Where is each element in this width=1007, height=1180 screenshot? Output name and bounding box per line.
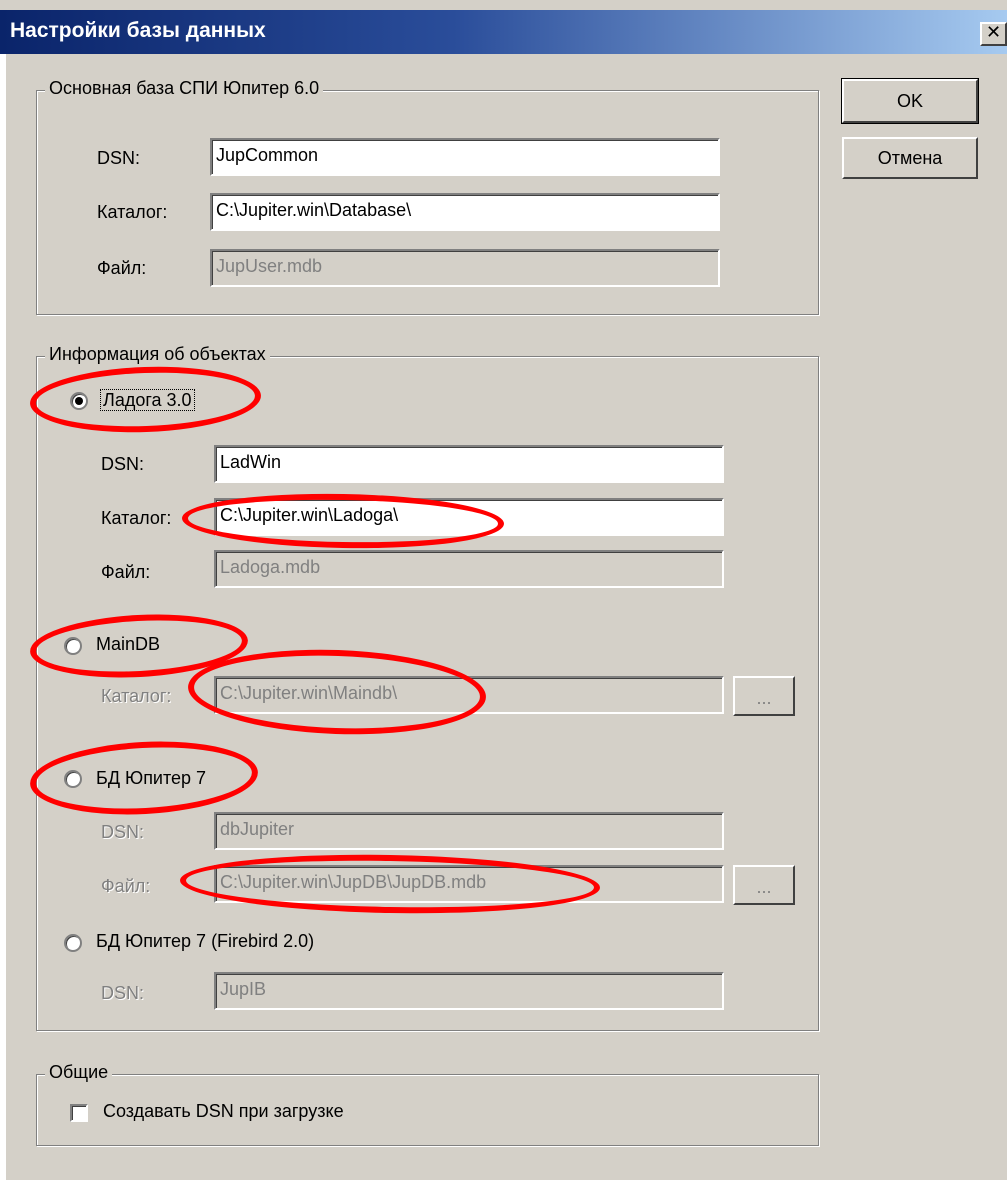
close-icon: ✕ xyxy=(985,22,1002,43)
jupiter7-label[interactable]: БД Юпитер 7 xyxy=(96,768,206,789)
jupiter7-firebird-dsn-label: DSN: xyxy=(101,983,145,1003)
jupiter7-dsn-label: DSN: xyxy=(101,822,145,842)
cancel-button[interactable]: Отмена xyxy=(842,137,978,179)
create-dsn-label[interactable]: Создавать DSN при загрузке xyxy=(103,1101,344,1122)
close-button[interactable]: ✕ xyxy=(980,22,1007,46)
ladoga-label-text: Ладога 3.0 xyxy=(100,389,195,411)
maindb-catalog-field: C:\Jupiter.win\Maindb\ xyxy=(214,676,724,714)
ladoga-file-field: Ladoga.mdb xyxy=(214,550,724,588)
window-title: Настройки базы данных xyxy=(10,19,266,42)
ladoga-catalog-label: Каталог: xyxy=(101,508,172,528)
main-catalog-field[interactable]: C:\Jupiter.win\Database\ xyxy=(210,193,720,231)
main-catalog-label: Каталог: xyxy=(97,202,168,222)
ladoga-radio[interactable] xyxy=(70,392,88,410)
maindb-browse-button[interactable]: ... xyxy=(733,676,795,716)
ladoga-file-label: Файл: xyxy=(101,562,151,582)
jupiter7-radio[interactable] xyxy=(64,770,82,788)
jupiter7-browse-button[interactable]: ... xyxy=(733,865,795,905)
ok-button[interactable]: OK xyxy=(841,78,979,124)
maindb-radio[interactable] xyxy=(64,637,82,655)
general-group-label: Общие xyxy=(45,1062,113,1083)
left-border xyxy=(0,54,6,1180)
ladoga-dsn-field[interactable]: LadWin xyxy=(214,445,724,483)
ladoga-label[interactable]: Ладога 3.0 xyxy=(100,389,195,411)
main-file-label: Файл: xyxy=(97,258,147,278)
jupiter7-file-field: C:\Jupiter.win\JupDB\JupDB.mdb xyxy=(214,865,724,903)
jupiter7-file-label: Файл: xyxy=(101,876,151,896)
main-dsn-label: DSN: xyxy=(97,148,141,168)
create-dsn-checkbox[interactable] xyxy=(70,1104,88,1122)
main-file-field: JupUser.mdb xyxy=(210,249,720,287)
database-settings-dialog: Настройки базы данных ✕ OK Отмена Основн… xyxy=(0,0,1007,1180)
maindb-catalog-label: Каталог: xyxy=(101,686,172,706)
objects-group-label: Информация об объектах xyxy=(45,344,270,365)
jupiter7-firebird-dsn-field: JupIB xyxy=(214,972,724,1010)
title-bar[interactable]: Настройки базы данных xyxy=(0,10,1007,54)
maindb-label[interactable]: MainDB xyxy=(96,634,160,655)
ladoga-dsn-label: DSN: xyxy=(101,454,145,474)
jupiter7-firebird-radio[interactable] xyxy=(64,934,82,952)
ladoga-catalog-field[interactable]: C:\Jupiter.win\Ladoga\ xyxy=(214,498,724,536)
radio-dot-icon xyxy=(75,397,83,405)
main-db-group-label: Основная база СПИ Юпитер 6.0 xyxy=(45,78,324,99)
jupiter7-firebird-label[interactable]: БД Юпитер 7 (Firebird 2.0) xyxy=(96,931,314,952)
main-dsn-field[interactable]: JupCommon xyxy=(210,138,720,176)
jupiter7-dsn-field: dbJupiter xyxy=(214,812,724,850)
